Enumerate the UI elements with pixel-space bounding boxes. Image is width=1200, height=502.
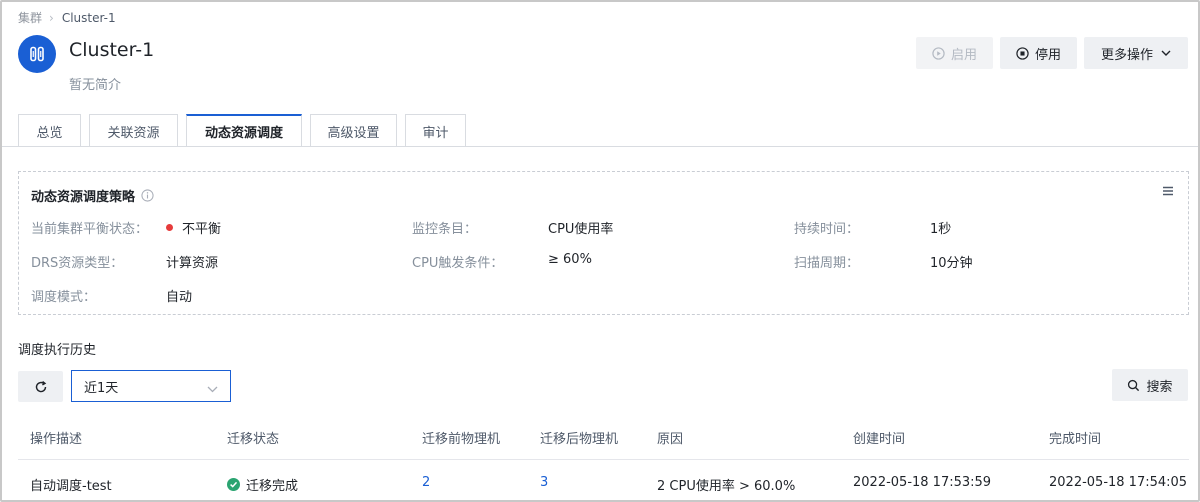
time-range-select[interactable]: 近1天 — [71, 370, 231, 402]
breadcrumb-current: Cluster-1 — [61, 10, 116, 25]
refresh-button[interactable] — [18, 371, 63, 402]
status-dot-icon — [166, 224, 173, 231]
stop-circle-icon — [1016, 46, 1029, 60]
balance-status-label: 当前集群平衡状态： — [31, 222, 149, 237]
search-button[interactable]: 搜索 — [1112, 369, 1188, 401]
info-icon[interactable] — [141, 189, 154, 202]
more-actions-button[interactable]: 更多操作 — [1084, 37, 1188, 69]
tab-label: 动态资源调度 — [204, 126, 283, 141]
column-header-created: 创建时间 — [853, 432, 906, 447]
start-button-label: 启用 — [950, 47, 977, 63]
tab-label: 关联资源 — [107, 125, 160, 141]
mode-value: 自动 — [166, 290, 193, 305]
column-header-finished: 完成时间 — [1049, 432, 1102, 447]
duration-value: 1秒 — [930, 222, 952, 237]
menu-icon[interactable] — [1162, 185, 1174, 200]
stop-button[interactable]: 停用 — [1000, 37, 1077, 69]
cell-reason: 2 CPU使用率 > 60.0% — [657, 479, 796, 494]
mode-label: 调度模式： — [31, 290, 97, 305]
column-header-desc: 操作描述 — [30, 432, 83, 447]
stop-button-label: 停用 — [1034, 47, 1061, 63]
cell-status-text: 迁移完成 — [246, 479, 299, 494]
policy-title: 动态资源调度策略 — [31, 186, 154, 205]
page-title: Cluster-1 — [69, 39, 155, 61]
breadcrumb: 集群 › Cluster-1 — [18, 9, 116, 26]
tab-overview[interactable]: 总览 — [18, 114, 81, 147]
drs-type-label: DRS资源类型： — [31, 256, 124, 271]
check-circle-icon — [227, 478, 240, 491]
drs-type-value: 计算资源 — [166, 256, 219, 271]
chevron-down-icon — [1161, 50, 1171, 56]
search-button-label: 搜索 — [1146, 379, 1173, 395]
column-header-reason: 原因 — [657, 432, 684, 447]
tab-label: 审计 — [422, 125, 449, 141]
duration-label: 持续时间： — [794, 222, 860, 237]
history-title: 调度执行历史 — [18, 343, 97, 358]
metric-value: CPU使用率 — [548, 222, 614, 237]
trigger-value: ≥ 60% — [548, 252, 592, 267]
page-subtitle: 暂无简介 — [69, 78, 122, 93]
balance-status-text: 不平衡 — [182, 222, 222, 237]
tab-label: 高级设置 — [327, 125, 380, 141]
column-header-status: 迁移状态 — [227, 432, 280, 447]
start-button[interactable]: 启用 — [916, 37, 993, 69]
scan-period-label: 扫描周期： — [794, 256, 860, 271]
search-icon — [1127, 379, 1140, 392]
column-header-after-host: 迁移后物理机 — [540, 432, 619, 447]
scan-period-value: 10分钟 — [930, 256, 973, 271]
time-range-value: 近1天 — [84, 380, 119, 396]
policy-title-text: 动态资源调度策略 — [31, 190, 136, 205]
tab-label: 总览 — [36, 125, 63, 141]
cell-before-host-link[interactable]: 2 — [422, 475, 430, 490]
more-actions-label: 更多操作 — [1100, 47, 1153, 63]
chevron-down-icon — [207, 382, 218, 397]
breadcrumb-separator-icon: › — [49, 10, 54, 25]
balance-status-value: 不平衡 — [166, 218, 221, 237]
cell-after-host-link[interactable]: 3 — [540, 475, 548, 490]
drs-policy-panel: 动态资源调度策略 当前集群平衡状态： 不平衡 监控条目： CPU使用率 持续时间… — [18, 171, 1189, 315]
tab-drs[interactable]: 动态资源调度 — [186, 114, 302, 147]
tab-divider — [0, 146, 1200, 147]
play-circle-icon — [932, 46, 945, 60]
tab-bar: 总览 关联资源 动态资源调度 高级设置 审计 — [18, 114, 474, 147]
cell-finished: 2022-05-18 17:54:05 — [1049, 475, 1188, 490]
cell-created: 2022-05-18 17:53:59 — [853, 475, 992, 490]
trigger-label: CPU触发条件： — [412, 256, 504, 271]
column-header-before-host: 迁移前物理机 — [422, 432, 501, 447]
breadcrumb-root[interactable]: 集群 — [18, 9, 42, 26]
refresh-icon — [34, 380, 48, 394]
cell-status: 迁移完成 — [227, 475, 298, 494]
cluster-icon — [18, 35, 56, 73]
tab-related-resources[interactable]: 关联资源 — [89, 114, 178, 147]
metric-label: 监控条目： — [412, 222, 478, 237]
cell-desc: 自动调度-test — [30, 479, 112, 494]
table-header-divider — [18, 459, 1189, 460]
tab-advanced-settings[interactable]: 高级设置 — [310, 114, 397, 147]
tab-audit[interactable]: 审计 — [405, 114, 466, 147]
